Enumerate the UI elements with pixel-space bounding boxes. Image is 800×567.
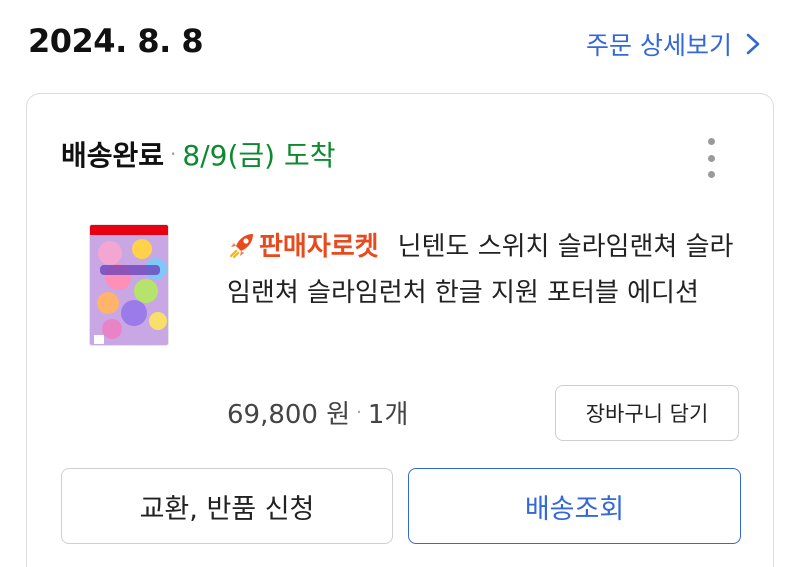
product-title[interactable]: 판매자로켓 닌텐도 스위치 슬라임랜쳐 슬라임랜쳐 슬라임런처 한글 지원 포터… xyxy=(227,224,757,316)
add-to-cart-button[interactable]: 장바구니 담기 xyxy=(555,385,739,441)
more-options-icon[interactable] xyxy=(699,138,723,178)
seller-rocket-badge: 판매자로켓 xyxy=(227,232,388,262)
product-quantity: 1개 xyxy=(367,400,409,430)
order-date: 2024. 8. 8 xyxy=(28,22,204,60)
status-separator: · xyxy=(170,142,177,166)
order-detail-label: 주문 상세보기 xyxy=(586,31,732,60)
arrival-date: 8/9(금) 도착 xyxy=(182,139,336,172)
chevron-right-icon xyxy=(746,33,760,55)
track-delivery-button[interactable]: 배송조회 xyxy=(408,468,741,544)
order-detail-link[interactable]: 주문 상세보기 xyxy=(586,26,760,62)
status-title: 배송완료 xyxy=(61,139,165,172)
order-card: 배송완료 · 8/9(금) 도착 판매자로켓 닌텐도 스위치 슬라임랜쳐 슬라임… xyxy=(26,93,774,567)
product-price: 69,800 원 xyxy=(227,400,351,430)
price-separator: · xyxy=(356,402,362,423)
product-thumbnail[interactable] xyxy=(89,224,169,346)
delivery-status: 배송완료 · 8/9(금) 도착 xyxy=(61,134,336,174)
price-quantity: 69,800 원 · 1개 xyxy=(227,394,408,431)
rocket-icon xyxy=(229,234,253,259)
seller-rocket-label: 판매자로켓 xyxy=(259,232,379,262)
return-exchange-button[interactable]: 교환, 반품 신청 xyxy=(61,468,393,544)
